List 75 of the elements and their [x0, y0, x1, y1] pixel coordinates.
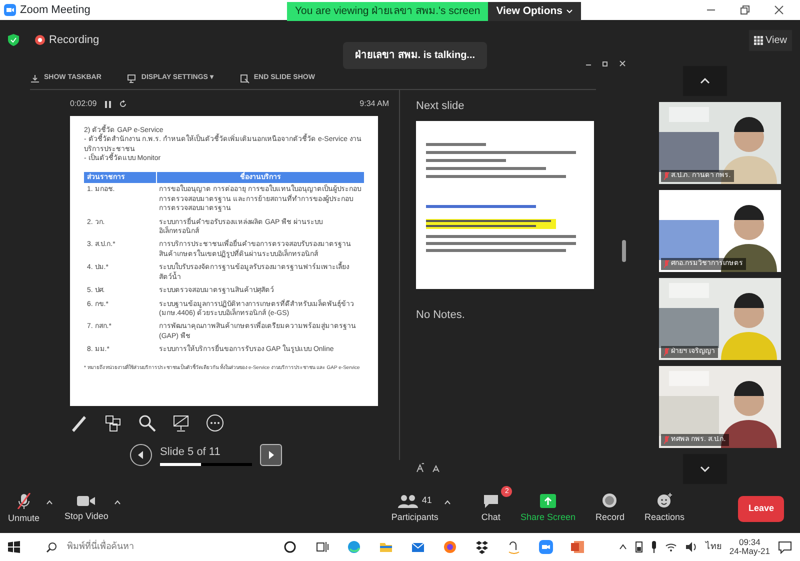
previous-slide-button[interactable] [130, 444, 152, 466]
sharing-banner: You are viewing ฝ่ายเลขา สพม.'s screen [287, 2, 488, 21]
search-icon [46, 542, 57, 552]
toolbar-button[interactable]: 41 Participants [391, 494, 438, 524]
clock-text: 9:34 AM [360, 98, 389, 110]
folder-icon[interactable] [379, 540, 393, 554]
smiley-plus-icon [656, 493, 673, 508]
speaker-icon[interactable] [685, 542, 698, 552]
chevron-down-icon [700, 466, 710, 472]
leave-button[interactable]: Leave [738, 496, 784, 522]
view-options-button[interactable]: View Options [488, 2, 581, 21]
talking-indicator: ฝ่ายเลขา สพม. is talking... [343, 42, 488, 69]
next-slide-label: Next slide [416, 99, 466, 114]
video-app-icon[interactable] [539, 540, 553, 554]
taskbar-time: 09:34 [738, 538, 762, 547]
pen-icon[interactable] [70, 414, 88, 432]
pause-icon[interactable] [104, 100, 111, 108]
mic-icon[interactable] [651, 541, 658, 553]
wifi-icon[interactable] [665, 542, 678, 552]
box-cluster-icon[interactable] [475, 540, 489, 554]
video-camera-icon [77, 494, 96, 507]
toolbar-button[interactable]: Unmute [8, 492, 40, 526]
close-icon[interactable] [619, 60, 626, 67]
shield-icon [8, 34, 19, 46]
circle-icon[interactable] [283, 540, 297, 554]
slides-app-icon[interactable] [571, 540, 585, 554]
toolbar-button[interactable]: Chat [481, 493, 500, 525]
cart-smile-icon[interactable] [507, 540, 521, 554]
taskbar-icon [30, 74, 40, 84]
font-smaller-icon[interactable] [432, 463, 440, 472]
start-icon[interactable] [8, 541, 20, 553]
browser-icon[interactable] [347, 540, 361, 554]
grid-icon [754, 36, 762, 44]
previous-icon [137, 450, 145, 460]
slides-grid-icon[interactable] [104, 414, 122, 432]
window-title: Zoom Meeting [20, 2, 90, 18]
close-icon[interactable] [774, 5, 784, 15]
toolbar-button[interactable]: Record [595, 493, 624, 525]
restore-icon[interactable] [740, 5, 750, 15]
participant-count: 41 [422, 494, 432, 507]
notification-icon[interactable] [778, 540, 792, 554]
slide-timer: 0:02:09 [70, 98, 97, 110]
restore-icon[interactable] [602, 60, 609, 67]
font-larger-icon[interactable] [416, 463, 424, 472]
scrollbar [622, 240, 626, 262]
slideshow-end-icon [240, 74, 250, 84]
monitor-icon [127, 74, 138, 84]
slide-counter: Slide 5 of 11 [160, 445, 222, 460]
more-icon[interactable] [206, 414, 224, 432]
chevron-down-icon [566, 9, 573, 14]
next-icon [267, 450, 275, 460]
share-screen-icon [540, 494, 556, 508]
chevron-up-icon [700, 78, 710, 84]
next-slide-button[interactable] [260, 444, 282, 466]
view-button[interactable]: View [748, 30, 792, 50]
toolbar-button[interactable]: Stop Video [64, 494, 108, 524]
fox-browser-icon[interactable] [443, 540, 457, 554]
reset-icon[interactable] [118, 100, 127, 108]
search-field[interactable]: พิมพ์ที่นี่เพื่อค้นหา [65, 539, 185, 555]
task-view-icon[interactable] [315, 540, 329, 554]
record-icon [602, 493, 618, 508]
search-icon[interactable] [138, 414, 156, 432]
battery-icon[interactable] [635, 541, 644, 553]
toolbar-button[interactable]: Reactions [644, 493, 685, 525]
crossed-monitor-icon[interactable] [172, 414, 190, 432]
app-logo-icon [4, 4, 16, 16]
chat-bubble-icon [482, 493, 499, 508]
mail-icon[interactable] [411, 540, 425, 554]
caret-up-icon[interactable] [619, 544, 628, 550]
taskbar-date: 24-May-21 [729, 547, 770, 556]
people-icon [398, 494, 418, 508]
recording-label: Recording [49, 32, 100, 48]
toolbar-button[interactable]: Share Screen [520, 494, 576, 524]
notes-text: No Notes. [416, 308, 466, 322]
language-indicator[interactable]: ไทย [705, 540, 722, 554]
